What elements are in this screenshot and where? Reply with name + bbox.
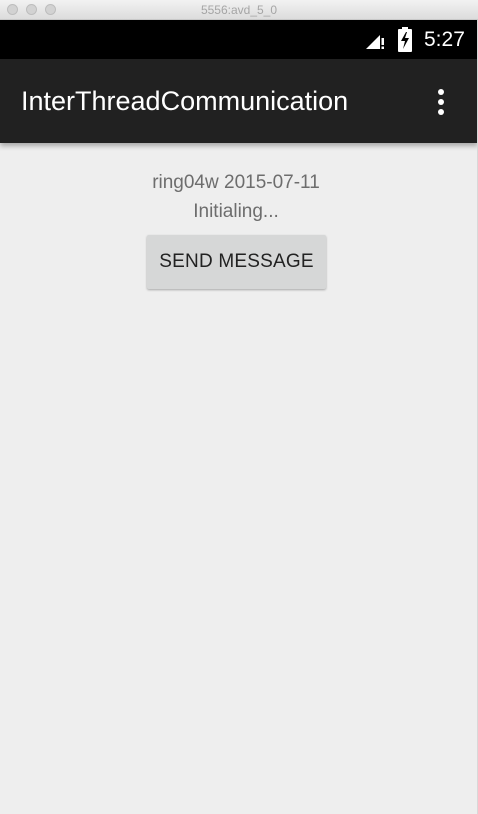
signal-no-connection-icon xyxy=(366,35,384,49)
more-vertical-icon xyxy=(438,89,444,95)
emulator-title-bar: 5556:avd_5_0 xyxy=(0,0,478,20)
battery-charging-icon xyxy=(398,27,412,52)
overflow-menu-button[interactable] xyxy=(424,83,458,121)
status-text: Initialing... xyxy=(193,201,279,222)
window-title: 5556:avd_5_0 xyxy=(200,3,278,17)
more-vertical-icon-dot xyxy=(438,99,444,105)
app-bar: InterThreadCommunication xyxy=(0,59,478,143)
send-message-button[interactable]: SEND MESSAGE xyxy=(147,235,326,289)
more-vertical-icon-dot xyxy=(438,109,444,115)
status-time: 5:27 xyxy=(424,28,465,51)
app-title: InterThreadCommunication xyxy=(21,86,349,116)
status-bar: 5:27 xyxy=(0,20,478,59)
author-text: ring04w 2015-07-11 xyxy=(152,172,320,193)
